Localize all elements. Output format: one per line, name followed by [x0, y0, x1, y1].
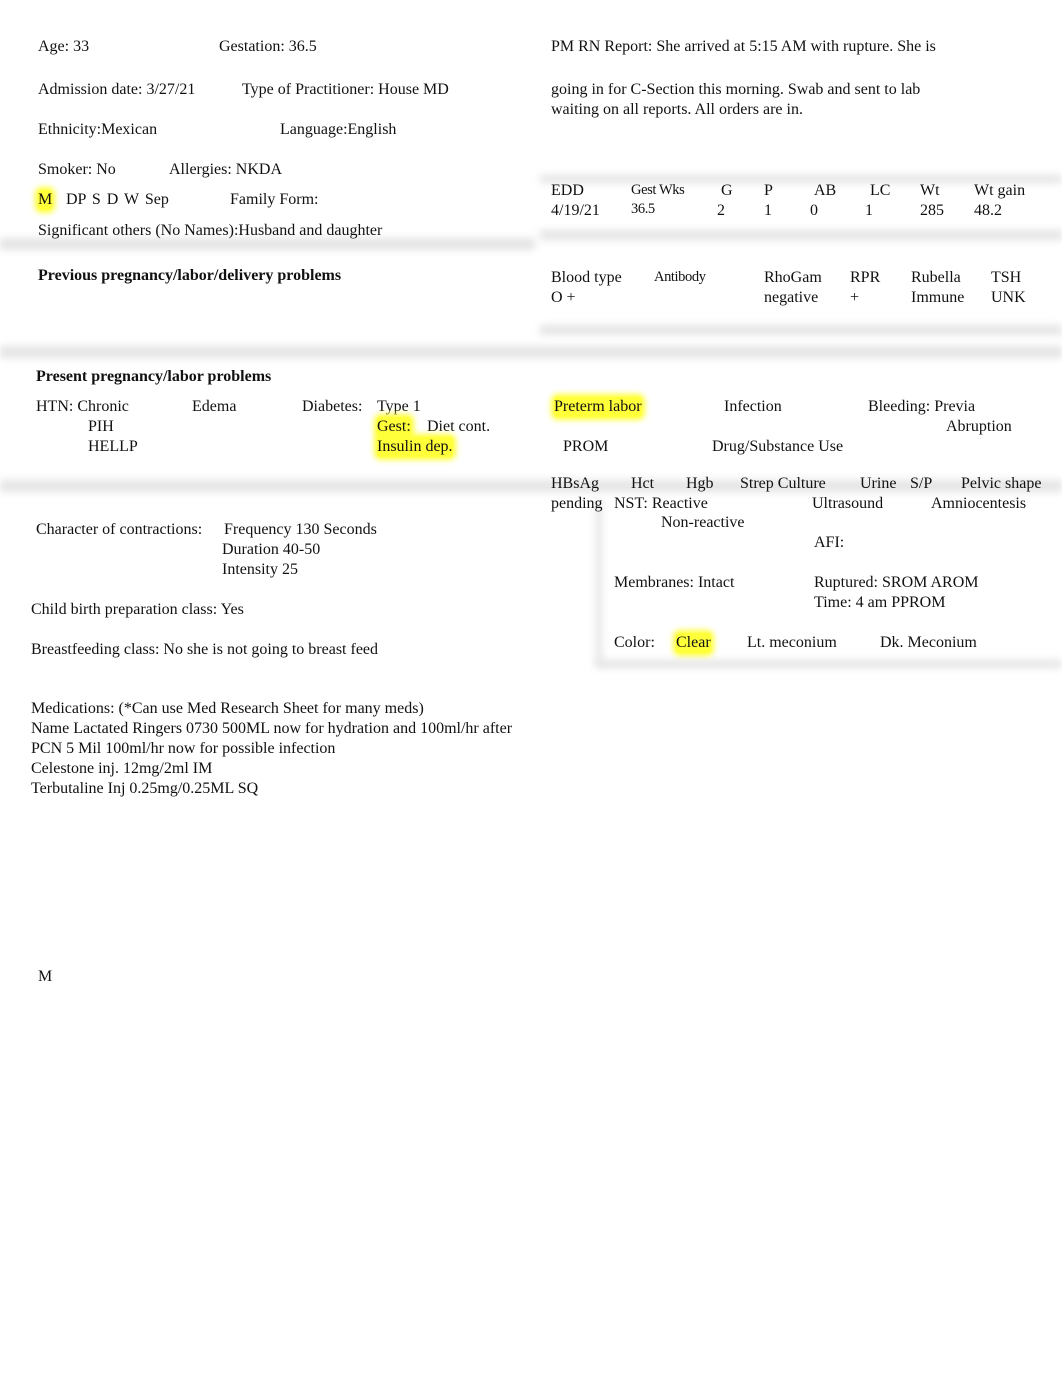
strep-header: Strep Culture — [740, 475, 826, 492]
hellp: HELLP — [88, 438, 138, 455]
ab-header: AB — [814, 182, 837, 199]
smoker: Smoker: No — [38, 161, 116, 178]
color-label: Color: — [614, 634, 655, 651]
rubella-value: Immune — [911, 289, 965, 306]
family-form: Family Form: — [230, 191, 319, 208]
g-value: 2 — [717, 202, 725, 219]
report-line: PM RN Report: She arrived at 5:15 AM wit… — [551, 38, 936, 55]
diet-controlled: Diet cont. — [427, 418, 491, 435]
divider — [596, 660, 1062, 668]
contractions-label: Character of contractions: — [36, 521, 203, 538]
rpr-header: RPR — [850, 269, 881, 286]
color-clear: Clear — [676, 633, 711, 653]
present-problems-title: Present pregnancy/labor problems — [36, 368, 272, 385]
previous-problems-title: Previous pregnancy/labor/delivery proble… — [38, 267, 342, 284]
infection: Infection — [724, 398, 782, 415]
gest-wks-header: Gest Wks — [631, 182, 685, 198]
preterm-labor: Preterm labor — [554, 397, 642, 417]
tsh-value: UNK — [991, 289, 1026, 306]
urine-header: Urine — [860, 475, 897, 492]
rupture-time: Time: 4 am PPROM — [814, 594, 946, 611]
lc-value: 1 — [865, 202, 873, 219]
wt-header: Wt — [920, 182, 940, 199]
hct-header: Hct — [631, 475, 655, 492]
blood-type-header: Blood type — [551, 269, 622, 286]
gest-wks-value: 36.5 — [631, 201, 655, 217]
medication-line: PCN 5 Mil 100ml/hr now for possible infe… — [31, 740, 336, 757]
sp-header: S/P — [910, 475, 933, 492]
document-page: Age: 33 Gestation: 36.5 Admission date: … — [0, 0, 1062, 1376]
medications-title: Medications: (*Can use Med Research Shee… — [31, 700, 424, 717]
type1: Type 1 — [377, 398, 421, 415]
rubella-header: Rubella — [911, 269, 961, 286]
medication-line: Terbutaline Inj 0.25mg/0.25ML SQ — [31, 780, 259, 797]
ethnicity: Ethnicity:Mexican — [38, 121, 158, 138]
marital-selected: M — [38, 190, 53, 210]
prom: PROM — [563, 438, 609, 455]
amniocentesis: Amniocentesis — [931, 495, 1027, 512]
gestation: Gestation: 36.5 — [219, 38, 317, 55]
language: Language:English — [280, 121, 397, 138]
intensity: Intensity 25 — [222, 561, 298, 578]
nst: NST: Reactive — [614, 495, 708, 512]
childbirth-class: Child birth preparation class: Yes — [31, 601, 244, 618]
ruptured: Ruptured: SROM AROM — [814, 574, 979, 591]
rhogam-value: negative — [764, 289, 819, 306]
hgb-header: Hgb — [686, 475, 714, 492]
edd-value: 4/19/21 — [551, 202, 600, 219]
tsh-header: TSH — [991, 269, 1022, 286]
report-line: going in for C-Section this morning. Swa… — [551, 81, 921, 98]
wt-gain-value: 48.2 — [974, 202, 1002, 219]
divider — [540, 230, 1062, 240]
report-line: waiting on all reports. All orders are i… — [551, 101, 803, 118]
divider — [0, 346, 1062, 358]
divider — [540, 325, 1062, 335]
p-value: 1 — [764, 202, 772, 219]
age: Age: 33 — [38, 38, 90, 55]
afi: AFI: — [814, 534, 845, 551]
frequency: Frequency 130 Seconds — [224, 521, 377, 538]
dk-meconium: Dk. Meconium — [880, 634, 977, 651]
wt-value: 285 — [920, 202, 944, 219]
hbsag-value: pending — [551, 495, 603, 512]
blood-type-value: O + — [551, 289, 576, 306]
rpr-value: + — [850, 289, 860, 306]
diabetes-label: Diabetes: — [302, 398, 363, 415]
practitioner: Type of Practitioner: House MD — [242, 81, 449, 98]
ultrasound: Ultrasound — [812, 495, 884, 512]
marital-options: DP S D W Sep — [66, 191, 169, 208]
htn: HTN: Chronic — [36, 398, 129, 415]
drug-use: Drug/Substance Use — [712, 438, 844, 455]
non-reactive: Non-reactive — [661, 514, 745, 531]
duration: Duration 40-50 — [222, 541, 321, 558]
antibody-header: Antibody — [654, 269, 706, 285]
significant-others: Significant others (No Names):Husband an… — [38, 222, 383, 239]
pelvic-header: Pelvic shape — [961, 475, 1042, 492]
gest-diabetes: Gest: — [377, 417, 411, 437]
medication-line: Name Lactated Ringers 0730 500ML now for… — [31, 720, 513, 737]
wt-gain-header: Wt gain — [974, 182, 1026, 199]
allergies: Allergies: NKDA — [169, 161, 283, 178]
lt-meconium: Lt. meconium — [747, 634, 837, 651]
divider — [0, 480, 1062, 492]
admission-date: Admission date: 3/27/21 — [38, 81, 196, 98]
rhogam-header: RhoGam — [764, 269, 822, 286]
breastfeeding-class: Breastfeeding class: No she is not going… — [31, 641, 379, 658]
divider — [596, 500, 602, 665]
insulin-dependent: Insulin dep. — [377, 437, 453, 457]
edema: Edema — [192, 398, 237, 415]
ab-value: 0 — [810, 202, 818, 219]
membranes: Membranes: Intact — [614, 574, 735, 591]
p-header: P — [764, 182, 773, 199]
footer-letter: M — [38, 968, 53, 985]
hbsag-header: HBsAg — [551, 475, 600, 492]
medication-line: Celestone inj. 12mg/2ml IM — [31, 760, 213, 777]
edd-header: EDD — [551, 182, 584, 199]
abruption: Abruption — [946, 418, 1012, 435]
pih: PIH — [88, 418, 114, 435]
bleeding: Bleeding: Previa — [868, 398, 976, 415]
g-header: G — [721, 182, 733, 199]
lc-header: LC — [870, 182, 891, 199]
